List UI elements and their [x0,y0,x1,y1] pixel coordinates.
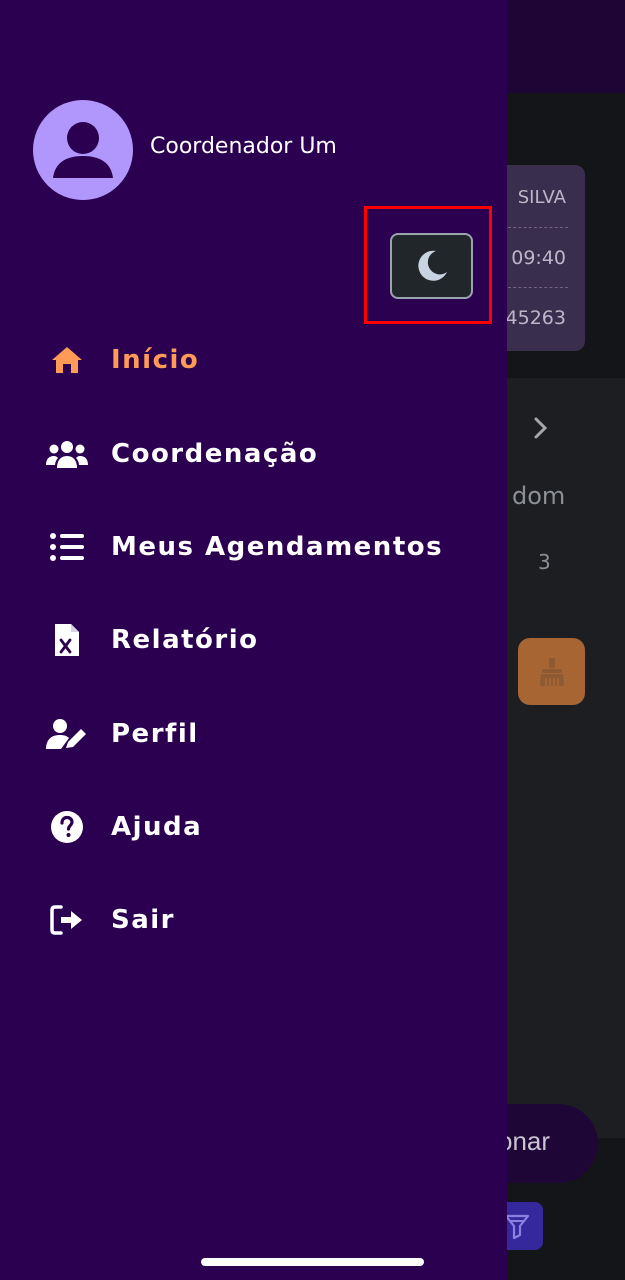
card-divider [508,287,568,288]
menu-item-sair[interactable]: Sair [45,895,485,945]
user-name: Coordenador Um [150,134,337,159]
menu-label: Coordenação [111,439,319,469]
menu-label: Sair [111,905,176,935]
calendar-weekday: dom [512,482,566,510]
menu-item-coordenacao[interactable]: Coordenação [45,429,485,479]
menu-label: Ajuda [111,812,203,842]
home-icon [45,340,89,380]
theme-toggle-button[interactable] [390,233,473,299]
menu-label: Início [111,345,200,375]
menu-label: Perfil [111,719,199,749]
menu-item-perfil[interactable]: Perfil [45,709,485,759]
menu-item-meus-agendamentos[interactable]: Meus Agendamentos [45,522,485,572]
calendar-day[interactable]: 3 [538,550,551,574]
broom-icon [539,657,564,686]
navigation-drawer: Coordenador Um Início Coordenação Meus A… [0,0,507,1280]
menu-item-inicio[interactable]: Início [45,335,485,385]
user-edit-icon [45,714,89,754]
clean-button[interactable] [518,638,585,705]
card-divider [508,227,568,228]
menu-label: Meus Agendamentos [111,532,444,562]
chevron-right-icon[interactable] [530,410,554,446]
excel-file-icon [45,620,89,660]
menu-item-ajuda[interactable]: Ajuda [45,802,485,852]
menu-item-relatorio[interactable]: Relatório [45,615,485,665]
users-icon [45,434,89,474]
menu-label: Relatório [111,625,259,655]
logout-icon [45,900,89,940]
user-avatar-icon [53,122,113,178]
list-icon [45,527,89,567]
help-icon [45,807,89,847]
avatar[interactable] [33,100,133,200]
moon-icon [417,250,447,281]
home-indicator[interactable] [201,1258,424,1266]
